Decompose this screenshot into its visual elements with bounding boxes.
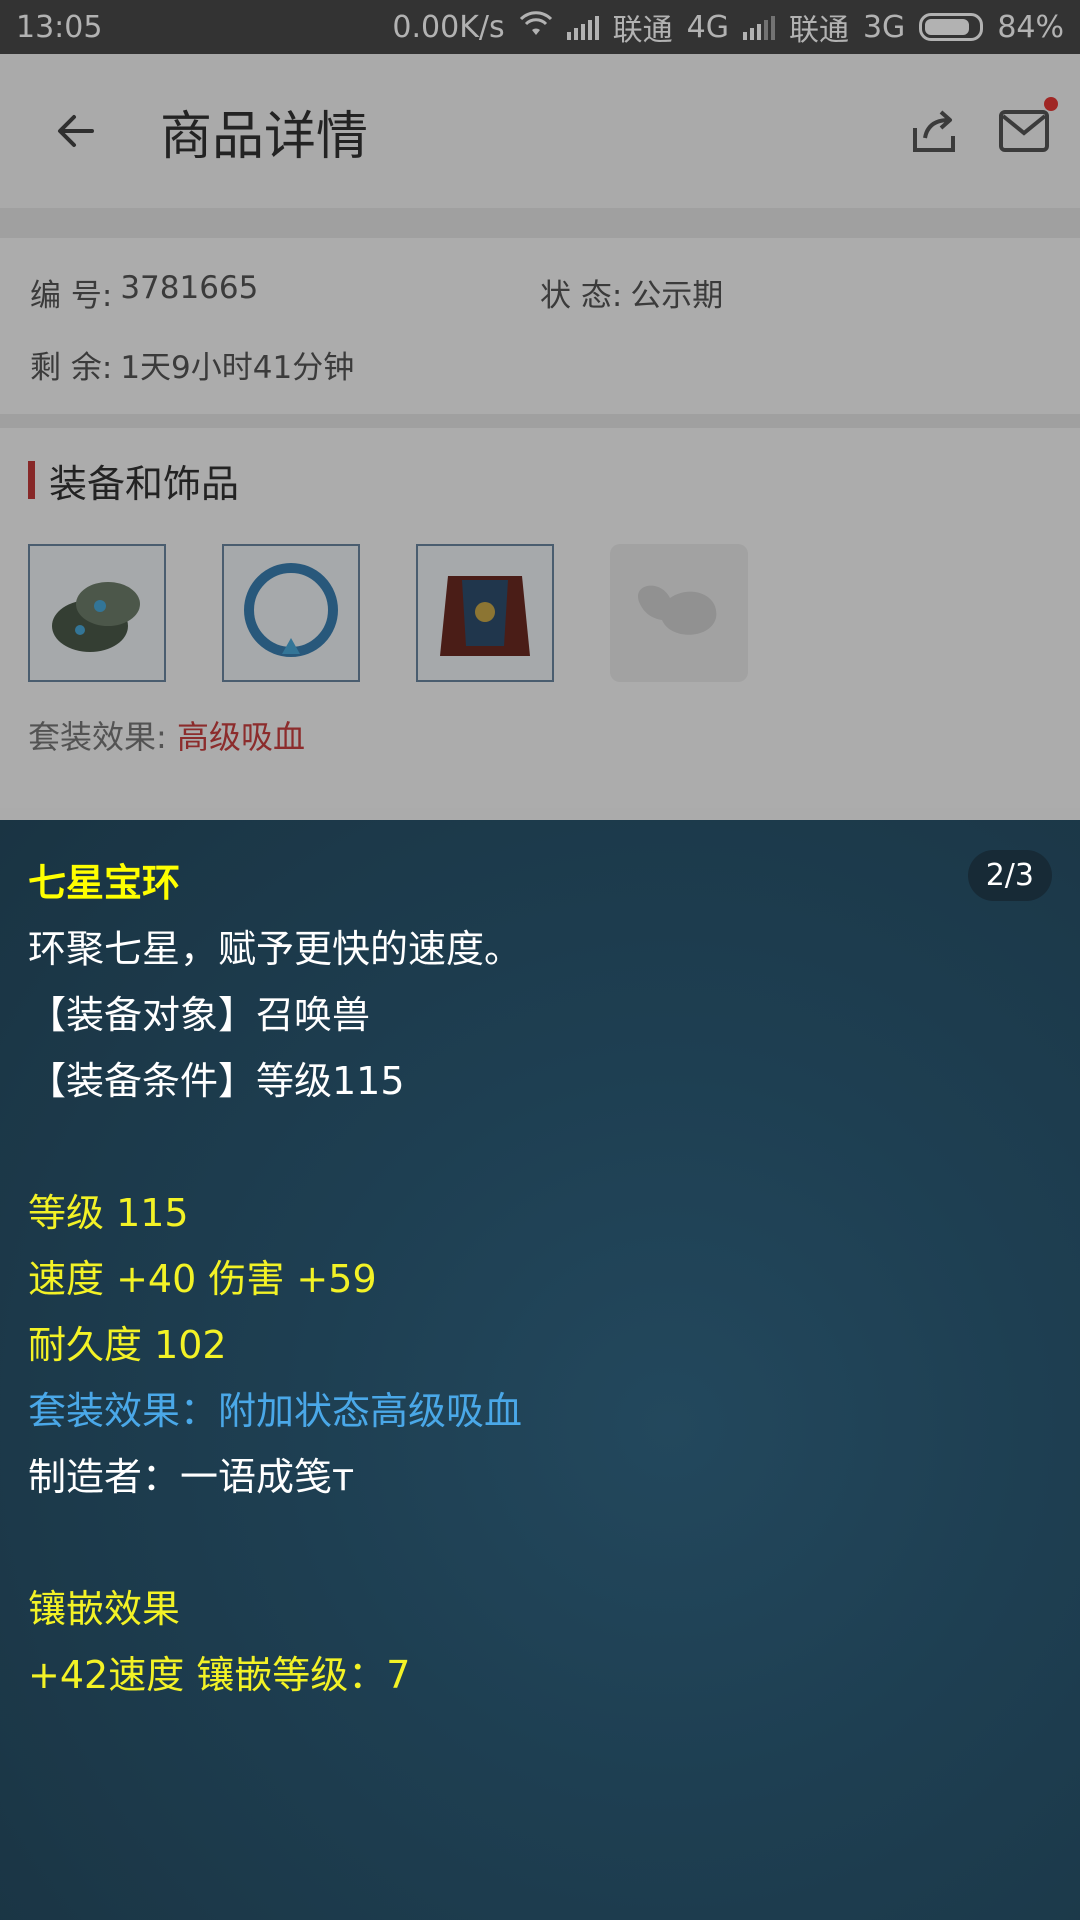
dim-overlay[interactable] <box>0 0 1080 820</box>
item-stats: 速度 +40 伤害 +59 <box>28 1257 377 1301</box>
item-durability: 耐久度 102 <box>28 1323 227 1367</box>
equip-condition: 【装备条件】等级115 <box>28 1059 405 1103</box>
item-description: 环聚七星，赋予更快的速度。 <box>28 927 523 971</box>
inlay-title: 镶嵌效果 <box>28 1587 181 1631</box>
page-indicator: 2/3 <box>967 850 1052 901</box>
item-name: 七星宝环 <box>28 861 181 905</box>
item-set-effect: 套装效果：附加状态高级吸血 <box>28 1389 523 1433</box>
equip-target: 【装备对象】召唤兽 <box>28 993 371 1037</box>
item-level: 等级 115 <box>28 1191 189 1235</box>
item-maker: 制造者：一语成笺т <box>28 1455 355 1499</box>
inlay-value: +42速度 镶嵌等级：7 <box>28 1653 411 1697</box>
item-detail-panel: 2/3 七星宝环 环聚七星，赋予更快的速度。 【装备对象】召唤兽 【装备条件】等… <box>0 820 1080 1920</box>
